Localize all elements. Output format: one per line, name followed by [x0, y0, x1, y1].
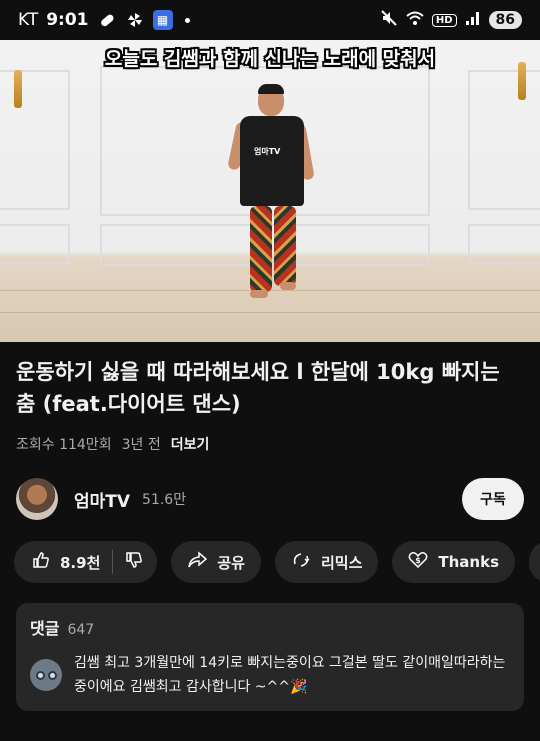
- remix-label: 리믹스: [320, 553, 363, 572]
- subscribe-button[interactable]: 구독: [462, 478, 524, 520]
- pinwheel-icon: [125, 10, 145, 30]
- download-button[interactable]: [529, 541, 540, 583]
- view-count: 조회수 114만회: [16, 437, 112, 453]
- subscriber-count: 51.6만: [142, 492, 187, 508]
- action-bar: 8.9천 공유 리믹스 $ Thanks: [14, 541, 540, 583]
- like-count[interactable]: 8.9천: [60, 552, 100, 573]
- more-button[interactable]: 더보기: [171, 434, 210, 454]
- share-button[interactable]: 공유: [171, 541, 261, 583]
- wall-panel: [0, 224, 70, 264]
- remix-icon: [291, 550, 311, 575]
- svg-text:$: $: [416, 556, 422, 565]
- dislike-icon[interactable]: [125, 551, 143, 573]
- video-caption: 오늘도 김쌤과 함께 신나는 노래에 맞춰서: [104, 48, 436, 70]
- thanks-button[interactable]: $ Thanks: [392, 541, 516, 583]
- clock: 9:01: [46, 10, 89, 30]
- channel-row[interactable]: 엄마TV 51.6만 구독: [16, 477, 524, 521]
- upload-age: 3년 전: [121, 437, 161, 453]
- network-badge: HD: [431, 13, 457, 27]
- thanks-label: Thanks: [438, 553, 500, 571]
- wall-sconce: [14, 70, 22, 108]
- carrier-label: KT: [18, 10, 39, 30]
- shirt-logo: 엄마TV: [254, 147, 281, 156]
- floor-line: [0, 312, 540, 313]
- signal-icon: [465, 10, 481, 30]
- channel-avatar[interactable]: [16, 478, 58, 520]
- wall-panel: [0, 70, 70, 210]
- app-icon: ▦: [152, 10, 173, 30]
- video-title[interactable]: 운동하기 싫을 때 따라해보세요 l 한달에 10kg 빠지는 춤 (feat.…: [16, 356, 524, 420]
- video-player[interactable]: 엄마TV 오늘도 김쌤과 함께 신나는 노래에 맞춰서: [0, 40, 540, 342]
- comments-count: 647: [67, 622, 95, 638]
- comments-section[interactable]: 댓글 647 김쌤 최고 3개월만에 14키로 빠지는중이요 그걸본 딸도 같이…: [16, 603, 524, 711]
- like-icon[interactable]: [32, 551, 50, 574]
- dancer: 엄마TV: [227, 84, 315, 306]
- thanks-icon: $: [408, 551, 428, 574]
- wall-panel: [468, 70, 540, 210]
- share-icon: [187, 550, 208, 574]
- video-meta[interactable]: 조회수 114만회 3년 전 더보기: [16, 434, 209, 454]
- comments-title: 댓글: [30, 619, 60, 638]
- notification-dot: [184, 17, 190, 23]
- mute-icon: [380, 9, 398, 31]
- wall-panel: [468, 224, 540, 264]
- battery-indicator: 86: [488, 11, 522, 29]
- share-label: 공유: [217, 553, 245, 572]
- top-comment-text: 김쌤 최고 3개월만에 14키로 빠지는중이요 그걸본 딸도 같이매일따라하는중…: [74, 655, 506, 695]
- like-dislike-chip: 8.9천: [14, 541, 158, 583]
- remix-button[interactable]: 리믹스: [274, 541, 379, 583]
- alarm-icon: [97, 10, 117, 30]
- commenter-avatar: [30, 659, 62, 691]
- wifi-icon: [406, 10, 424, 30]
- status-bar: KT 9:01 ▦ HD 86: [0, 0, 540, 40]
- channel-name[interactable]: 엄마TV: [74, 487, 130, 512]
